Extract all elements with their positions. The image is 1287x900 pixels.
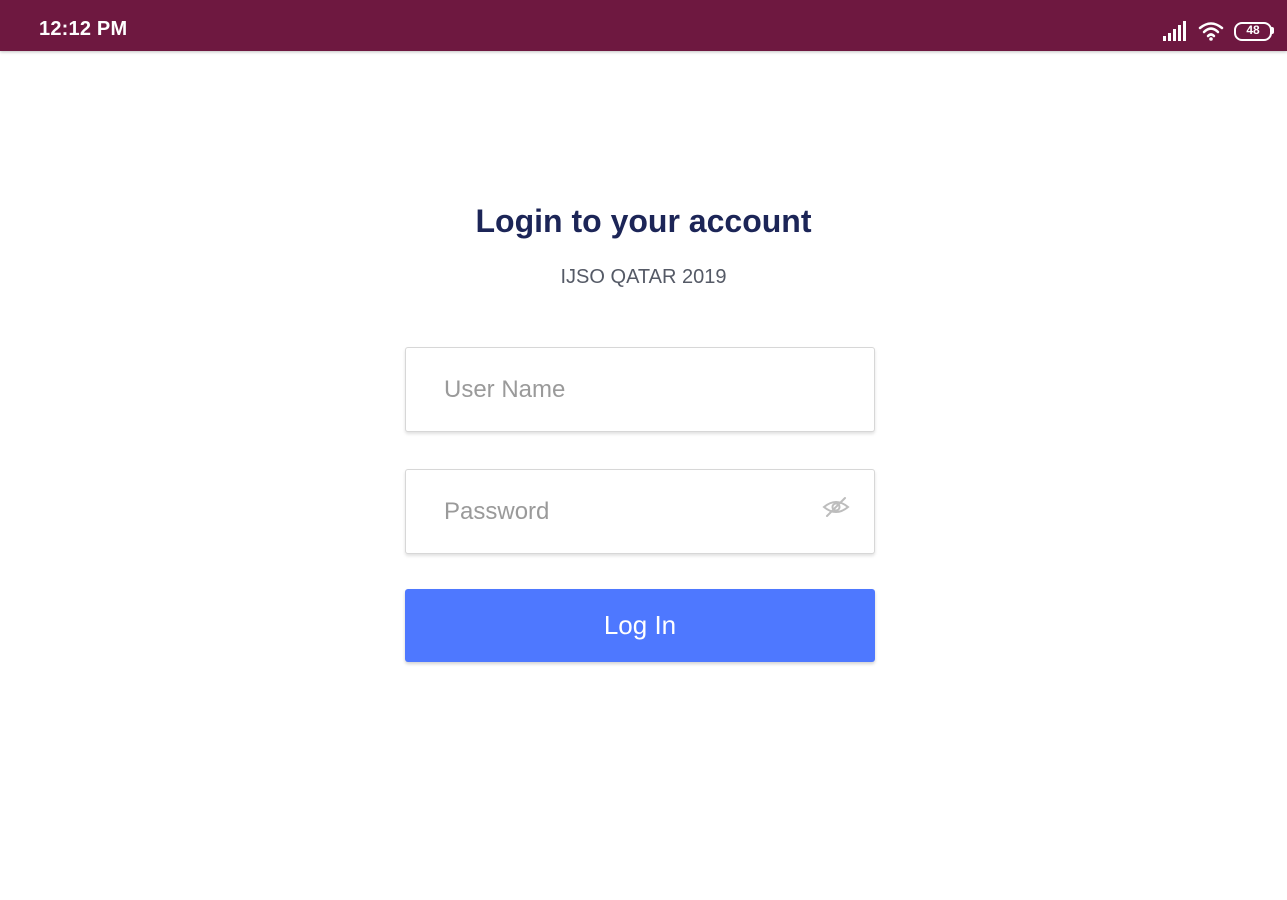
signal-icon (1163, 21, 1186, 41)
username-field[interactable] (405, 347, 875, 432)
battery-icon: 48 (1234, 22, 1274, 41)
login-title: Login to your account (475, 203, 812, 239)
login-button[interactable]: Log In (405, 589, 875, 662)
password-input[interactable] (444, 470, 814, 553)
password-field[interactable] (405, 469, 875, 554)
wifi-icon (1198, 22, 1224, 41)
status-bar: 12:12 PM 48 (0, 0, 1287, 51)
username-input[interactable] (444, 348, 814, 431)
login-subtitle: IJSO QATAR 2019 (560, 266, 727, 288)
battery-level: 48 (1246, 23, 1260, 37)
eye-off-icon[interactable] (822, 496, 850, 518)
status-icons: 48 (1162, 18, 1274, 44)
status-time: 12:12 PM (39, 18, 128, 40)
